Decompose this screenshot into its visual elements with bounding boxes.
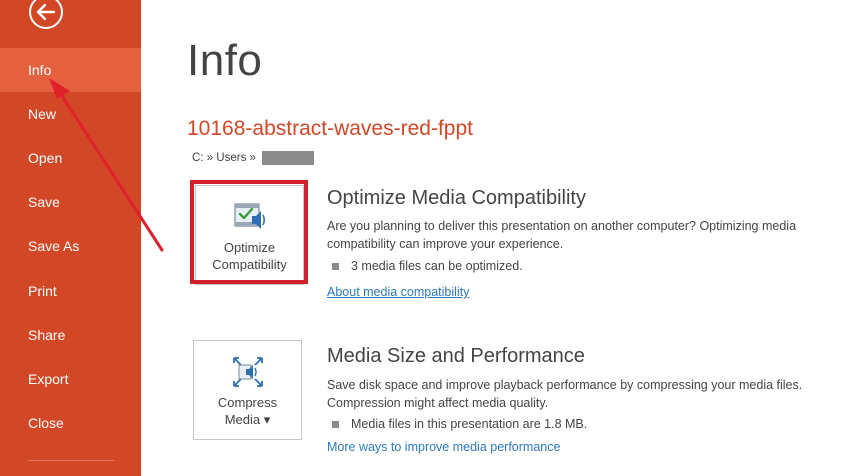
backstage-sidebar: Info New Open Save Save As Print Share E… <box>0 0 141 476</box>
optimize-section-bullet: 3 media files can be optimized. <box>327 259 523 273</box>
sidebar-item-save[interactable]: Save <box>0 180 141 224</box>
sidebar-item-share[interactable]: Share <box>0 313 141 357</box>
file-name: 10168-abstract-waves-red-fppt <box>187 117 473 140</box>
back-arrow-icon[interactable] <box>27 0 65 31</box>
compress-tile-label: Compress Media ▾ <box>194 394 301 428</box>
sidebar-item-info[interactable]: Info <box>0 48 141 92</box>
sidebar-item-print[interactable]: Print <box>0 269 141 313</box>
page-title: Info <box>187 36 263 85</box>
media-performance-link[interactable]: More ways to improve media performance <box>327 440 560 454</box>
sidebar-item-new[interactable]: New <box>0 92 141 136</box>
compress-section-description: Save disk space and improve playback per… <box>327 378 803 410</box>
optimize-bullet-text: 3 media files can be optimized. <box>351 259 523 273</box>
compress-tile-label-line2: Media ▾ <box>224 412 271 427</box>
compress-section-bullet: Media files in this presentation are 1.8… <box>327 417 587 431</box>
sidebar-item-save-as[interactable]: Save As <box>0 224 141 268</box>
compress-section-title: Media Size and Performance <box>327 345 585 367</box>
compress-bullet-text: Media files in this presentation are 1.8… <box>351 417 588 431</box>
compress-tile-label-line1: Compress <box>217 395 278 410</box>
bullet-square-icon <box>332 262 339 270</box>
compress-media-button[interactable]: Compress Media ▾ <box>193 340 302 440</box>
sidebar-item-export[interactable]: Export <box>0 357 141 401</box>
sidebar-divider <box>28 460 114 461</box>
compress-media-icon <box>233 357 263 387</box>
highlight-annotation-box <box>190 180 308 284</box>
sidebar-item-open[interactable]: Open <box>0 136 141 180</box>
about-media-compatibility-link[interactable]: About media compatibility <box>327 285 469 299</box>
file-path-text: C: » Users » <box>192 152 256 164</box>
sidebar-item-close[interactable]: Close <box>0 401 141 445</box>
optimize-section-description: Are you planning to deliver this present… <box>327 219 797 251</box>
optimize-section-title: Optimize Media Compatibility <box>327 187 586 209</box>
bullet-square-icon <box>332 420 339 428</box>
file-path: C: » Users » <box>192 151 314 165</box>
redacted-path-segment <box>261 151 314 165</box>
